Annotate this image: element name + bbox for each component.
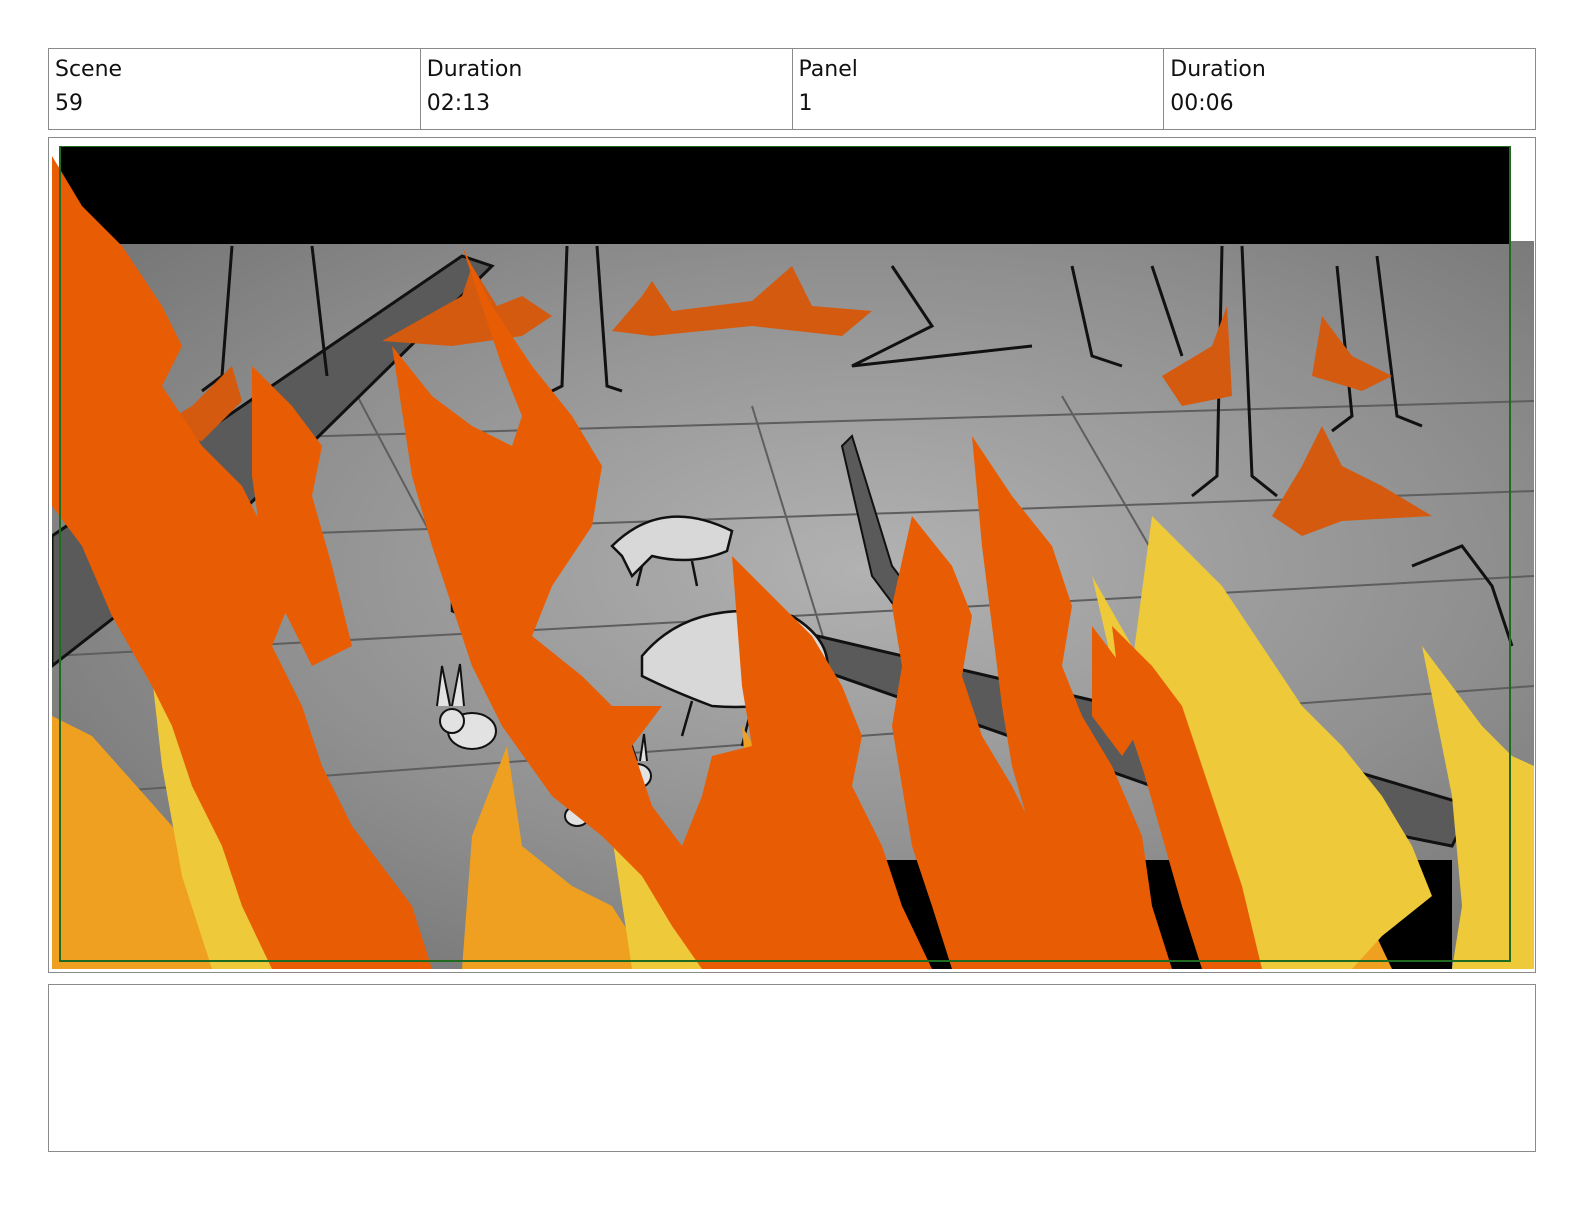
panel-notes[interactable] — [48, 984, 1536, 1152]
scene-number[interactable]: 59 — [55, 90, 414, 118]
panel-duration-value[interactable]: 00:06 — [1170, 90, 1529, 118]
scene-duration-value[interactable]: 02:13 — [427, 90, 786, 118]
panel-artwork[interactable] — [52, 146, 1534, 969]
scene-cell: Scene 59 — [49, 49, 421, 129]
storyboard-header: Scene 59 Duration 02:13 Panel 1 Duration… — [48, 48, 1536, 130]
scene-duration-label: Duration — [426, 57, 523, 82]
panel-duration-cell: Duration 00:06 — [1164, 49, 1535, 129]
panel-duration-label: Duration — [1170, 57, 1266, 82]
panel-cell: Panel 1 — [793, 49, 1165, 129]
panel-label: Panel — [798, 57, 858, 82]
letterbox-top — [60, 146, 1510, 244]
scene-duration-cell: Duration 02:13 — [421, 49, 793, 129]
panel-frame — [48, 137, 1536, 973]
panel-number[interactable]: 1 — [799, 90, 1158, 118]
scene-label: Scene — [55, 57, 123, 82]
